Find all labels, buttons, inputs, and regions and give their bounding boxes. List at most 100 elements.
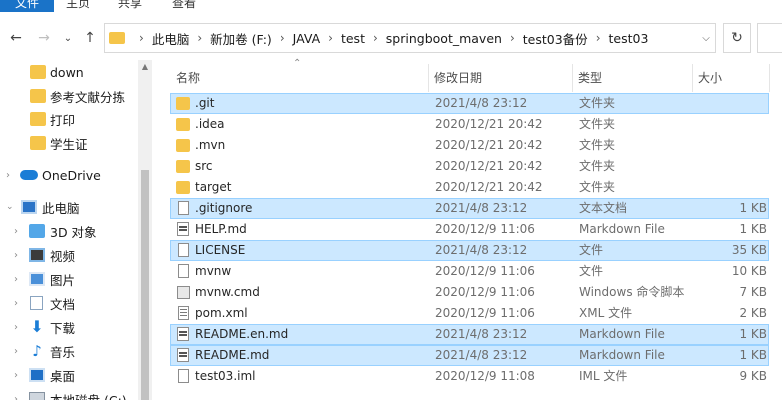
chevron-right-icon[interactable]: › [280, 31, 285, 45]
file-date: 2020/12/21 20:42 [435, 180, 543, 194]
tab-share[interactable]: 共享 [118, 0, 142, 12]
column-header-name[interactable]: 名称 [170, 64, 428, 92]
sidebar-item-local-disk-c[interactable]: › 本地磁盘 (C:) [0, 388, 138, 400]
navigation-pane: down 参考文献分拣 打印 学生证 › OneDrive ⌄ 此电脑 › 3D… [0, 60, 152, 400]
table-row[interactable]: pom.xml 2020/12/9 11:06 XML 文件 2 KB [170, 303, 769, 324]
file-type: Markdown File [579, 348, 665, 362]
breadcrumb-springboot-maven[interactable]: springboot_maven [386, 31, 502, 46]
file-name: mvnw [195, 264, 232, 278]
tab-view[interactable]: 查看 [172, 0, 196, 12]
table-row[interactable]: README.en.md 2021/4/8 23:12 Markdown File 1… [170, 324, 769, 345]
chevron-right-icon[interactable]: › [139, 31, 144, 45]
sidebar-item-down[interactable]: down [0, 61, 138, 83]
table-row[interactable]: README.md 2021/4/8 23:12 Markdown File 1 KB [170, 345, 769, 366]
file-name: HELP.md [195, 222, 247, 236]
table-row[interactable]: mvnw.cmd 2020/12/9 11:06 Windows 命令脚本 7 KB [170, 282, 769, 303]
chevron-down-icon[interactable]: ⌄ [6, 202, 14, 212]
sidebar-item-videos[interactable]: › 视频 [0, 244, 138, 266]
sidebar-item-this-pc[interactable]: ⌄ 此电脑 [0, 196, 138, 218]
chevron-down-icon[interactable]: ⌵ [696, 23, 716, 53]
command-script-icon [177, 286, 190, 299]
sidebar-item-label: 本地磁盘 (C:) [50, 392, 127, 400]
column-header-type[interactable]: 类型 [572, 64, 692, 92]
file-type: 文件夹 [579, 117, 616, 131]
table-row[interactable]: LICENSE 2021/4/8 23:12 文件 35 KB [170, 240, 769, 261]
sidebar-item-music[interactable]: › ♪ 音乐 [0, 340, 138, 362]
column-header-size[interactable]: 大小 [692, 64, 769, 92]
chevron-right-icon[interactable]: › [373, 31, 378, 45]
sidebar-item-onedrive[interactable]: › OneDrive [0, 164, 138, 186]
address-bar[interactable]: › 此电脑 › 新加卷 (F:) › JAVA › test › springb… [104, 23, 716, 53]
table-row[interactable]: .git 2021/4/8 23:12 文件夹 [170, 93, 769, 114]
file-name: pom.xml [195, 306, 248, 320]
breadcrumb-test03-backup[interactable]: test03备份 [523, 29, 588, 48]
breadcrumb-test[interactable]: test [341, 31, 365, 46]
file-name: mvnw.cmd [195, 285, 260, 299]
up-arrow-icon[interactable]: ↑ [80, 28, 100, 48]
chevron-right-icon[interactable]: › [14, 274, 18, 285]
breadcrumb-drive-f[interactable]: 新加卷 (F:) [210, 29, 272, 48]
tab-home[interactable]: 主页 [66, 0, 90, 12]
table-row[interactable]: test03.iml 2020/12/9 11:08 IML 文件 9 KB [170, 366, 769, 387]
chevron-right-icon[interactable]: › [14, 394, 18, 400]
chevron-right-icon[interactable]: › [197, 31, 202, 45]
breadcrumb-test03[interactable]: test03 [609, 31, 649, 46]
sidebar-item-desktop[interactable]: › 桌面 [0, 364, 138, 386]
chevron-right-icon[interactable]: › [14, 250, 18, 261]
file-size: 1 KB [739, 201, 767, 215]
table-row[interactable]: .mvn 2020/12/21 20:42 文件夹 [170, 135, 769, 156]
tab-file[interactable]: 文件 [0, 0, 54, 12]
file-name: target [195, 180, 232, 194]
folder-icon [176, 181, 190, 194]
file-date: 2020/12/9 11:08 [435, 369, 535, 383]
file-name: test03.iml [195, 369, 256, 383]
table-row[interactable]: .idea 2020/12/21 20:42 文件夹 [170, 114, 769, 135]
file-type: 文件夹 [579, 138, 616, 152]
column-header-date[interactable]: 修改日期 [428, 64, 572, 92]
file-size: 1 KB [739, 222, 767, 236]
disk-icon [29, 392, 45, 400]
chevron-down-icon[interactable]: ⌄ [58, 28, 78, 48]
forward-arrow-icon[interactable]: → [34, 28, 54, 48]
scroll-up-icon[interactable]: ▲ [138, 60, 152, 74]
folder-icon [176, 97, 190, 110]
search-input[interactable] [757, 23, 782, 53]
chevron-right-icon[interactable]: › [14, 346, 18, 357]
chevron-right-icon[interactable]: › [14, 298, 18, 309]
sidebar-item-documents[interactable]: › 文档 [0, 292, 138, 314]
pc-icon [21, 200, 37, 214]
sidebar-item-refs[interactable]: 参考文献分拣 [0, 85, 138, 107]
sidebar-item-3d-objects[interactable]: › 3D 对象 [0, 220, 138, 242]
table-row[interactable]: .gitignore 2021/4/8 23:12 文本文档 1 KB [170, 198, 769, 219]
sidebar-item-label: 参考文献分拣 [50, 89, 126, 105]
breadcrumb-this-pc[interactable]: 此电脑 [152, 29, 190, 48]
file-type: Markdown File [579, 327, 665, 341]
chevron-right-icon[interactable]: › [14, 226, 18, 237]
file-name: .gitignore [195, 201, 253, 215]
chevron-right-icon[interactable]: › [328, 31, 333, 45]
text-file-icon [178, 201, 189, 215]
chevron-right-icon[interactable]: › [14, 322, 18, 333]
sidebar-item-pictures[interactable]: › 图片 [0, 268, 138, 290]
scrollbar-thumb[interactable] [141, 170, 149, 400]
table-row[interactable]: HELP.md 2020/12/9 11:06 Markdown File 1 KB [170, 219, 769, 240]
navigation-pane-scrollbar[interactable]: ▲ [138, 60, 152, 400]
chevron-right-icon[interactable]: › [510, 31, 515, 45]
sidebar-item-print[interactable]: 打印 [0, 108, 138, 130]
table-row[interactable]: target 2020/12/21 20:42 文件夹 [170, 177, 769, 198]
sidebar-item-downloads[interactable]: › ⬇ 下载 [0, 316, 138, 338]
chevron-right-icon[interactable]: › [596, 31, 601, 45]
sidebar-item-label: OneDrive [42, 167, 101, 183]
chevron-right-icon[interactable]: › [6, 170, 10, 181]
refresh-icon[interactable]: ↻ [723, 23, 751, 53]
file-date: 2020/12/9 11:06 [435, 306, 535, 320]
back-arrow-icon[interactable]: ← [6, 28, 26, 48]
file-name: .git [195, 96, 215, 110]
chevron-right-icon[interactable]: › [14, 370, 18, 381]
sidebar-item-label: 桌面 [50, 368, 76, 384]
column-divider[interactable] [769, 64, 770, 92]
breadcrumb-java[interactable]: JAVA [293, 31, 321, 46]
sidebar-item-student-id[interactable]: 学生证 [0, 132, 138, 154]
table-row[interactable]: mvnw 2020/12/9 11:06 文件 10 KB [170, 261, 769, 282]
table-row[interactable]: src 2020/12/21 20:42 文件夹 [170, 156, 769, 177]
